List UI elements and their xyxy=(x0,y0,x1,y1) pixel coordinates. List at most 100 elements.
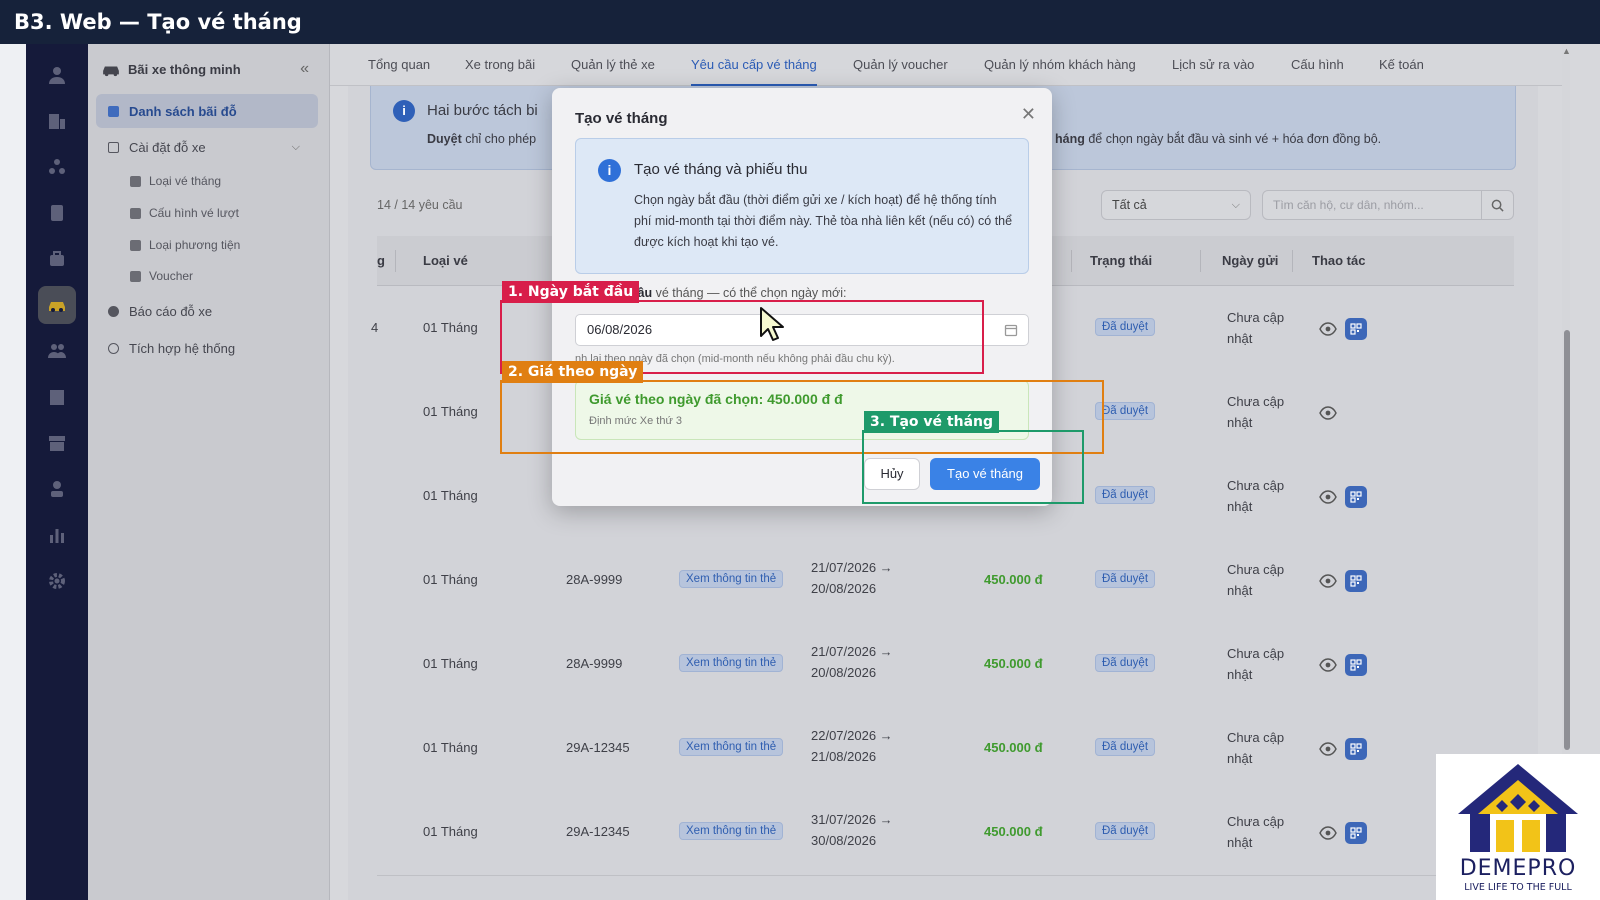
user-icon[interactable] xyxy=(38,56,76,94)
view-card-info-link[interactable]: Xem thông tin thẻ xyxy=(679,654,784,672)
status-filter-select[interactable]: Tất cả ⌵ xyxy=(1101,190,1251,220)
header-divider xyxy=(1292,250,1293,272)
qr-code-icon[interactable] xyxy=(1345,654,1367,676)
modal-info-title: Tạo vé tháng và phiếu thu xyxy=(634,161,808,178)
banner-bold: Duyệt xyxy=(427,132,462,146)
sidebar-item-parking-report[interactable]: Báo cáo đỗ xe xyxy=(96,294,318,328)
eye-icon[interactable] xyxy=(1319,320,1337,338)
header-divider xyxy=(1200,250,1201,272)
tab-customer-groups[interactable]: Quản lý nhóm khách hàng xyxy=(984,44,1136,86)
search-icon xyxy=(1491,199,1504,212)
qr-code-icon[interactable] xyxy=(1345,822,1367,844)
eye-icon[interactable] xyxy=(1319,656,1337,674)
table-row[interactable]: 01 Tháng 29A-12345 Xem thông tin thẻ 31/07/… xyxy=(377,790,1514,876)
banner-title: Hai bước tách bi xyxy=(427,102,538,119)
list-icon xyxy=(108,105,119,117)
sent-date-cell-2: nhật xyxy=(1227,415,1253,430)
sent-date-cell: Chưa cập xyxy=(1227,562,1285,577)
report-icon xyxy=(108,305,119,317)
annotation-label-daily-price: 2. Giá theo ngày xyxy=(502,361,644,383)
ticket-type-cell: 01 Tháng xyxy=(423,824,478,839)
store-icon[interactable] xyxy=(38,424,76,462)
eye-icon[interactable] xyxy=(1319,404,1337,422)
tab-overview[interactable]: Tổng quan xyxy=(368,44,430,86)
eye-icon[interactable] xyxy=(1319,740,1337,758)
qr-code-icon[interactable] xyxy=(1345,738,1367,760)
scroll-up-icon[interactable]: ▲ xyxy=(1562,46,1571,56)
search-button[interactable] xyxy=(1481,191,1513,219)
status-badge: Đã duyệt xyxy=(1095,570,1156,588)
table-row[interactable]: 01 Tháng 29A-12345 Xem thông tin thẻ 22/07/… xyxy=(377,706,1514,792)
org-icon[interactable] xyxy=(38,148,76,186)
slide-title: B3. Web — Tạo vé tháng xyxy=(0,0,1600,44)
search-input[interactable]: Tìm căn hộ, cư dân, nhóm... xyxy=(1262,190,1514,220)
close-icon[interactable]: ✕ xyxy=(1021,104,1036,125)
banner-text: để chọn ngày bắt đầu và sinh vé + hóa đơ… xyxy=(1084,132,1382,146)
period-end-cell: 30/08/2026 xyxy=(811,833,877,848)
subitem-label: Cấu hình vé lượt xyxy=(149,206,239,220)
bar-chart-icon[interactable] xyxy=(38,516,76,554)
sidebar-header: Bãi xe thông minh xyxy=(102,62,241,77)
banner-text: chỉ cho phép xyxy=(461,132,537,146)
chevron-down-icon: ⌵ xyxy=(1231,199,1240,211)
tab-monthly-requests[interactable]: Yêu cầu cấp vé tháng xyxy=(691,44,817,86)
period-start-cell: 21/07/2026 → xyxy=(811,560,893,575)
sidebar-subitem-monthly-type[interactable]: Loại vé tháng xyxy=(130,174,221,188)
scrollbar-thumb[interactable] xyxy=(1564,330,1570,750)
ticket-type-cell: 01 Tháng xyxy=(423,572,478,587)
briefcase-icon[interactable] xyxy=(38,240,76,278)
tab-accounting[interactable]: Kế toán xyxy=(1379,44,1424,86)
sidebar-item-parking-settings[interactable]: Cài đặt đỗ xe ⌵ xyxy=(96,130,318,164)
users-icon[interactable] xyxy=(38,332,76,370)
sidebar-item-label: Báo cáo đỗ xe xyxy=(129,303,213,319)
col-header-ticket-type: Loại vé xyxy=(423,253,468,268)
calculator-icon[interactable] xyxy=(38,194,76,232)
sidebar-item-label: Danh sách bãi đỗ xyxy=(129,103,237,119)
table-row[interactable]: 01 Tháng 28A-9999 Xem thông tin thẻ 21/07/2… xyxy=(377,538,1514,624)
tab-cars-in-lot[interactable]: Xe trong bãi xyxy=(465,44,535,86)
calendar-icon[interactable] xyxy=(1004,323,1018,337)
qr-code-icon[interactable] xyxy=(1345,570,1367,592)
office-icon[interactable] xyxy=(38,378,76,416)
view-card-info-link[interactable]: Xem thông tin thẻ xyxy=(679,738,784,756)
sidebar-subitem-vehicle-type[interactable]: Loại phương tiện xyxy=(130,238,240,252)
subitem-label: Voucher xyxy=(149,269,194,283)
collapse-icon[interactable]: « xyxy=(300,60,309,78)
gear-icon[interactable] xyxy=(38,562,76,600)
building-icon[interactable] xyxy=(38,102,76,140)
eye-icon[interactable] xyxy=(1319,824,1337,842)
staff-icon[interactable] xyxy=(38,470,76,508)
qr-code-icon[interactable] xyxy=(1345,486,1367,508)
eye-icon[interactable] xyxy=(1319,488,1337,506)
view-card-info-link[interactable]: Xem thông tin thẻ xyxy=(679,822,784,840)
tab-bar: Tổng quan Xe trong bãi Quản lý thẻ xe Yê… xyxy=(330,44,1570,86)
col-header-sent-date: Ngày gửi xyxy=(1222,253,1279,268)
demepro-logo: DEMEPRO LIVE LIFE TO THE FULL xyxy=(1436,754,1600,900)
period-start-cell: 22/07/2026 → xyxy=(811,728,893,743)
sidebar-subitem-voucher[interactable]: Voucher xyxy=(130,269,193,283)
tab-history[interactable]: Lịch sử ra vào xyxy=(1172,44,1254,86)
sent-date-cell: Chưa cập xyxy=(1227,646,1285,661)
banner-line-right: háng để chọn ngày bắt đầu và sinh vé + h… xyxy=(1055,132,1381,146)
car-icon[interactable] xyxy=(38,286,76,324)
car-icon xyxy=(103,66,119,76)
sidebar-item-parking-list[interactable]: Danh sách bãi đỗ xyxy=(96,94,318,128)
annotation-box-create-ticket xyxy=(862,430,1084,504)
period-end-cell: 21/08/2026 xyxy=(811,749,877,764)
banner-line-left: Duyệt chỉ cho phép xyxy=(427,132,536,146)
sent-date-cell: Chưa cập xyxy=(1227,478,1285,493)
document-icon[interactable] xyxy=(1345,318,1367,340)
table-row[interactable]: 01 Tháng 28A-9999 Xem thông tin thẻ 21/07/2… xyxy=(377,622,1514,708)
sidebar-item-integration[interactable]: Tích hợp hệ thống xyxy=(96,331,318,365)
tab-voucher[interactable]: Quản lý voucher xyxy=(853,44,948,86)
search-placeholder: Tìm căn hộ, cư dân, nhóm... xyxy=(1273,198,1424,212)
status-badge: Đã duyệt xyxy=(1095,486,1156,504)
eye-icon[interactable] xyxy=(1319,572,1337,590)
view-card-info-link[interactable]: Xem thông tin thẻ xyxy=(679,570,784,588)
tab-card-management[interactable]: Quản lý thẻ xe xyxy=(571,44,655,86)
subitem-label: Loại phương tiện xyxy=(149,238,241,252)
status-badge: Đã duyệt xyxy=(1095,654,1156,672)
tab-config[interactable]: Cấu hình xyxy=(1291,44,1344,86)
sidebar-subitem-ticket-config[interactable]: Cấu hình vé lượt xyxy=(130,206,239,220)
logo-tagline: LIVE LIFE TO THE FULL xyxy=(1464,882,1572,893)
